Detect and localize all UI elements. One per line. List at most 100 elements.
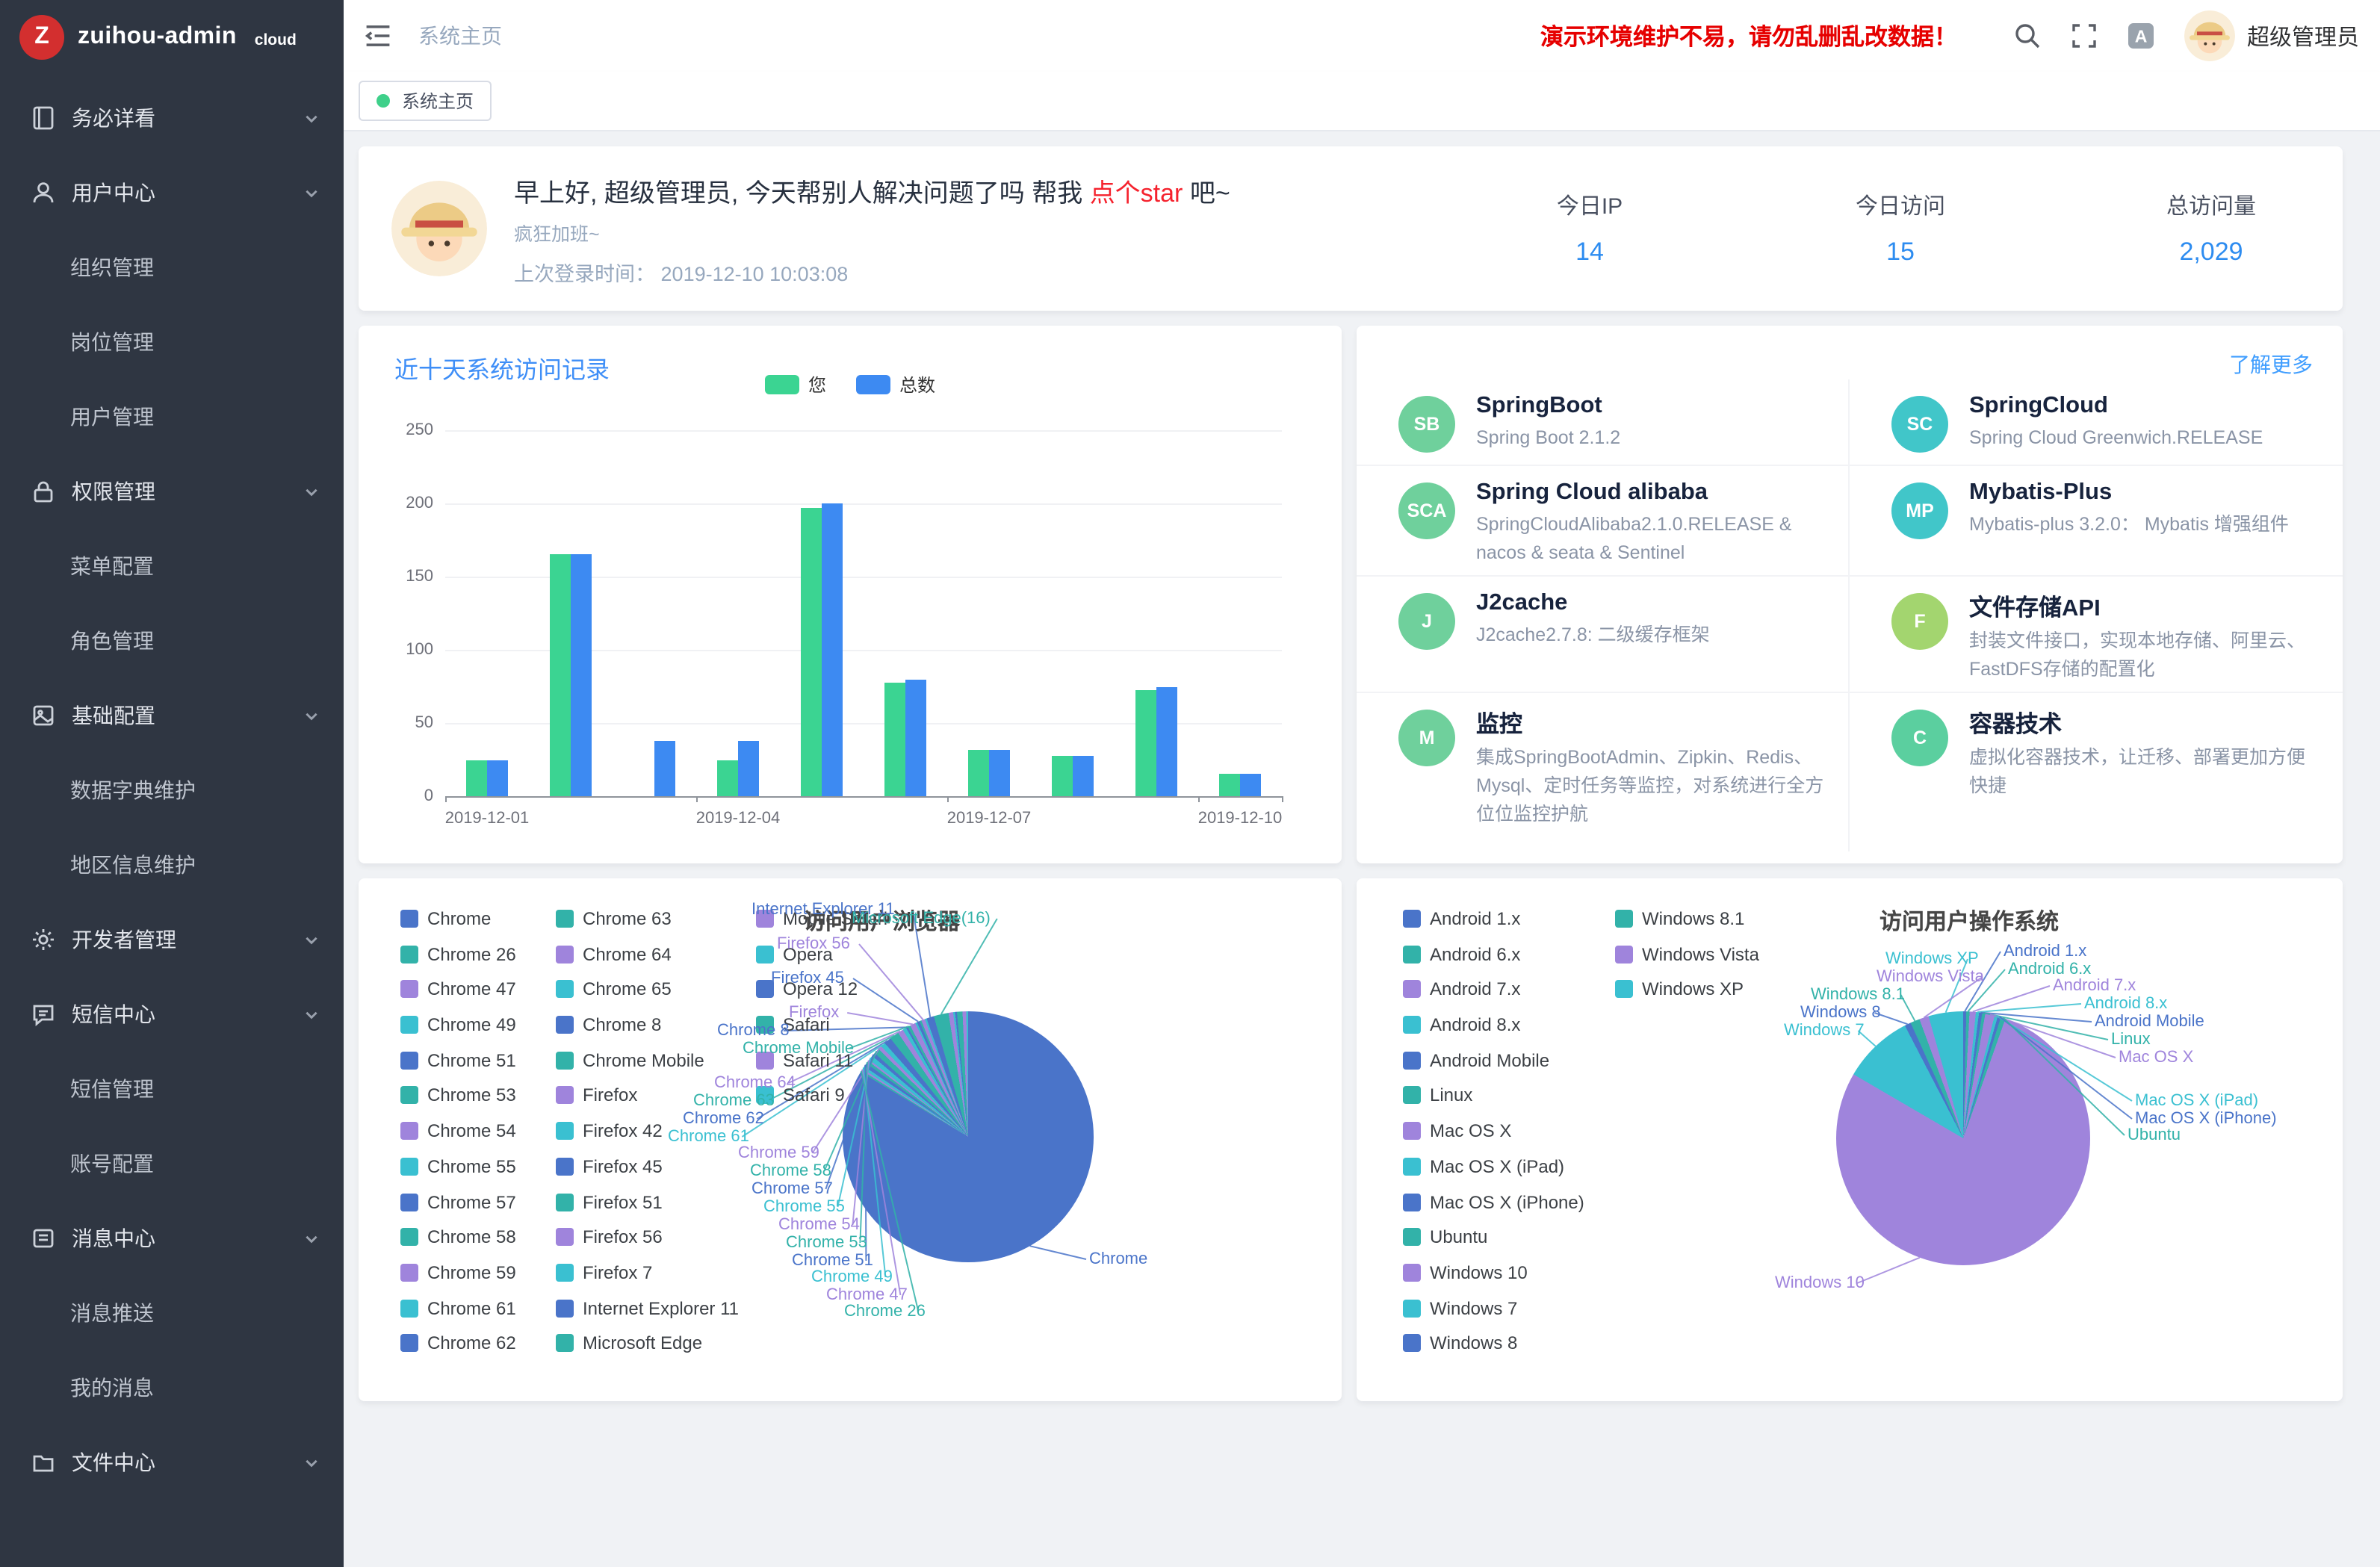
- avatar[interactable]: [2184, 10, 2235, 61]
- sidebar-item-消息中心[interactable]: 消息中心: [0, 1201, 344, 1276]
- legend-item-Chrome 62[interactable]: Chrome 62: [400, 1335, 516, 1353]
- sidebar-item-地区信息维护[interactable]: 地区信息维护: [0, 828, 344, 902]
- legend-item-Chrome 61[interactable]: Chrome 61: [400, 1299, 516, 1317]
- axis-tick: [947, 796, 949, 802]
- legend-item-Linux[interactable]: Linux: [1403, 1087, 1584, 1105]
- legend-item-您[interactable]: 您: [765, 372, 826, 397]
- legend-item-Windows 7[interactable]: Windows 7: [1403, 1299, 1584, 1317]
- font-size-icon[interactable]: A: [2126, 21, 2156, 51]
- legend-item-Chrome 58[interactable]: Chrome 58: [400, 1228, 516, 1246]
- legend-item-Firefox 56[interactable]: Firefox 56: [556, 1228, 739, 1246]
- legend-swatch: [556, 1158, 574, 1176]
- pie-callout-label: Microsoft Edge(16): [852, 910, 991, 928]
- sidebar-subitem-label: 组织管理: [70, 252, 154, 282]
- legend-item-Internet Explorer 11[interactable]: Internet Explorer 11: [556, 1299, 739, 1317]
- legend-item-Chrome 63[interactable]: Chrome 63: [556, 910, 739, 928]
- username[interactable]: 超级管理员: [2247, 20, 2359, 52]
- sidebar-item-消息推送[interactable]: 消息推送: [0, 1276, 344, 1350]
- legend-item-Chrome 54[interactable]: Chrome 54: [400, 1122, 516, 1140]
- legend-item-Chrome 47[interactable]: Chrome 47: [400, 981, 516, 999]
- legend-item-Android 7.x[interactable]: Android 7.x: [1403, 981, 1584, 999]
- legend-item-Windows XP[interactable]: Windows XP: [1615, 981, 1759, 999]
- last-login: 上次登录时间： 2019-12-10 10:03:08: [514, 256, 1230, 286]
- legend-item-Chrome 65[interactable]: Chrome 65: [556, 981, 739, 999]
- x-axis-label: 2019-12-04: [696, 810, 781, 828]
- learn-more-link[interactable]: 了解更多: [2229, 350, 2313, 379]
- tech-badge: M: [1398, 710, 1455, 766]
- legend-label: Windows 10: [1430, 1262, 1528, 1283]
- legend-label: Chrome 8: [583, 1014, 661, 1035]
- legend-label: Chrome 55: [427, 1156, 516, 1177]
- sidebar-item-短信中心[interactable]: 短信中心: [0, 977, 344, 1052]
- legend-item-Android Mobile[interactable]: Android Mobile: [1403, 1052, 1584, 1070]
- legend-item-Chrome[interactable]: Chrome: [400, 910, 516, 928]
- legend-item-Chrome 49[interactable]: Chrome 49: [400, 1016, 516, 1034]
- sidebar-item-数据字典维护[interactable]: 数据字典维护: [0, 753, 344, 828]
- greeting: 早上好, 超级管理员, 今天帮别人解决问题了吗 帮我 点个star 吧~: [514, 171, 1230, 208]
- collapse-menu-icon[interactable]: [362, 19, 394, 52]
- legend-item-Chrome 57[interactable]: Chrome 57: [400, 1193, 516, 1211]
- tech-item-body: 文件存储API封装文件接口，实现本地存储、阿里云、FastDFS存储的配置化: [1969, 590, 2319, 683]
- sidebar-item-菜单配置[interactable]: 菜单配置: [0, 529, 344, 603]
- sidebar-item-角色管理[interactable]: 角色管理: [0, 603, 344, 678]
- legend-item-Chrome 59[interactable]: Chrome 59: [400, 1264, 516, 1282]
- legend-item-Android 8.x[interactable]: Android 8.x: [1403, 1016, 1584, 1034]
- legend-swatch: [400, 1016, 418, 1034]
- legend-item-Windows 8.1[interactable]: Windows 8.1: [1615, 910, 1759, 928]
- pie-callout-label: Ubuntu: [2128, 1126, 2181, 1144]
- sidebar-item-务必详看[interactable]: 务必详看: [0, 81, 344, 155]
- legend-item-Chrome 51[interactable]: Chrome 51: [400, 1052, 516, 1070]
- legend-item-Android 6.x[interactable]: Android 6.x: [1403, 945, 1584, 963]
- star-link[interactable]: 点个star: [1090, 179, 1183, 207]
- legend-item-Android 1.x[interactable]: Android 1.x: [1403, 910, 1584, 928]
- sidebar-item-账号配置[interactable]: 账号配置: [0, 1126, 344, 1201]
- legend-item-Chrome 55[interactable]: Chrome 55: [400, 1158, 516, 1176]
- sidebar-item-用户管理[interactable]: 用户管理: [0, 379, 344, 454]
- breadcrumb[interactable]: 系统主页: [418, 21, 502, 51]
- legend-item-Mac OS X (iPhone)[interactable]: Mac OS X (iPhone): [1403, 1193, 1584, 1211]
- sidebar-item-我的消息[interactable]: 我的消息: [0, 1350, 344, 1425]
- legend-item-Ubuntu[interactable]: Ubuntu: [1403, 1228, 1584, 1246]
- legend-item-Mac OS X (iPad)[interactable]: Mac OS X (iPad): [1403, 1158, 1584, 1176]
- logo-title: zuihou-admin: [78, 24, 237, 51]
- legend-item-Windows 10[interactable]: Windows 10: [1403, 1264, 1584, 1282]
- sidebar-item-用户中心[interactable]: 用户中心: [0, 155, 344, 230]
- legend-label: 总数: [899, 372, 935, 397]
- tab-home[interactable]: 系统主页: [359, 81, 492, 121]
- legend-item-Chrome 64[interactable]: Chrome 64: [556, 945, 739, 963]
- sidebar-item-文件中心[interactable]: 文件中心: [0, 1425, 344, 1500]
- legend-item-Chrome 8[interactable]: Chrome 8: [556, 1016, 739, 1034]
- sidebar-item-岗位管理[interactable]: 岗位管理: [0, 305, 344, 379]
- fullscreen-icon[interactable]: [2069, 21, 2099, 51]
- legend-item-Firefox 45[interactable]: Firefox 45: [556, 1158, 739, 1176]
- legend-item-Chrome 26[interactable]: Chrome 26: [400, 945, 516, 963]
- legend-swatch: [556, 1335, 574, 1353]
- pie-callout-label: Chrome 26: [844, 1303, 926, 1321]
- legend-item-Chrome Mobile[interactable]: Chrome Mobile: [556, 1052, 739, 1070]
- os-pie[interactable]: [1836, 1011, 2090, 1265]
- legend-item-Windows 8[interactable]: Windows 8: [1403, 1335, 1584, 1353]
- legend-item-Chrome 53[interactable]: Chrome 53: [400, 1087, 516, 1105]
- chevron-down-icon: [303, 110, 320, 126]
- pie-callout-label: Windows 10: [1775, 1274, 1865, 1292]
- legend-item-Firefox 51[interactable]: Firefox 51: [556, 1193, 739, 1211]
- legend-item-Firefox 7[interactable]: Firefox 7: [556, 1264, 739, 1282]
- sidebar-item-短信管理[interactable]: 短信管理: [0, 1052, 344, 1126]
- sidebar-item-组织管理[interactable]: 组织管理: [0, 230, 344, 305]
- legend-item-Mac OS X[interactable]: Mac OS X: [1403, 1122, 1584, 1140]
- sidebar-item-权限管理[interactable]: 权限管理: [0, 454, 344, 529]
- legend-swatch: [400, 1228, 418, 1246]
- tech-title: J2cache: [1476, 590, 1710, 617]
- legend-label: Firefox 7: [583, 1262, 652, 1283]
- sidebar-subitem-label: 用户管理: [70, 402, 154, 432]
- pie-callout-label: Chrome 62: [683, 1110, 764, 1128]
- sidebar-item-基础配置[interactable]: 基础配置: [0, 678, 344, 753]
- sidebar-subitem-label: 我的消息: [70, 1373, 154, 1403]
- legend-item-总数[interactable]: 总数: [856, 372, 935, 397]
- tab-label: 系统主页: [402, 88, 474, 114]
- sidebar-item-开发者管理[interactable]: 开发者管理: [0, 902, 344, 977]
- legend-swatch: [1615, 981, 1633, 999]
- legend-item-Microsoft Edge[interactable]: Microsoft Edge: [556, 1335, 739, 1353]
- search-icon[interactable]: [2012, 21, 2042, 51]
- legend-item-Windows Vista[interactable]: Windows Vista: [1615, 945, 1759, 963]
